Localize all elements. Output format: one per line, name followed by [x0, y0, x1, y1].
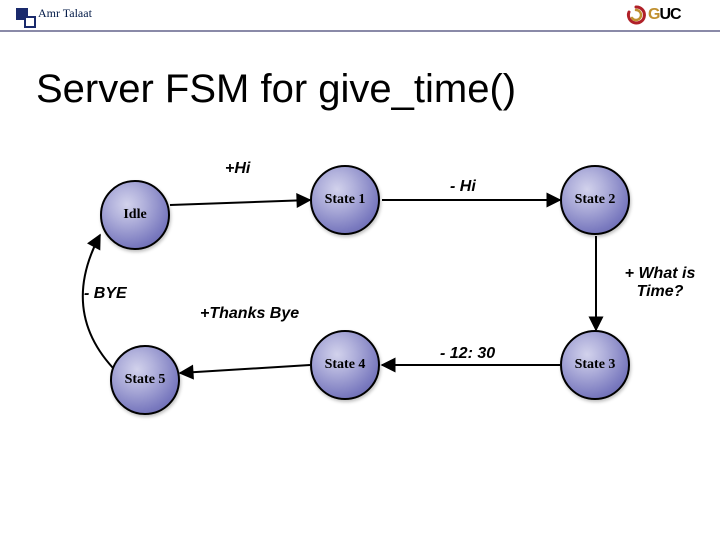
- slide: Amr Talaat GUC Server FSM for give_time(…: [0, 0, 720, 540]
- state-5: State 5: [110, 345, 180, 415]
- logo-swirl-icon: [626, 5, 646, 25]
- state-idle: Idle: [100, 180, 170, 250]
- state-2: State 2: [560, 165, 630, 235]
- edge-s5-idle: - BYE: [84, 285, 127, 303]
- author-label: Amr Talaat: [38, 6, 92, 21]
- edge-s3-s4: - 12: 30: [440, 345, 495, 363]
- edge-idle-s1: +Hi: [225, 160, 250, 178]
- edge-s2-s3: + What is Time?: [605, 265, 715, 302]
- edge-s1-s2: - Hi: [450, 178, 476, 196]
- state-4: State 4: [310, 330, 380, 400]
- bullet-icon: [24, 16, 36, 28]
- logo-text: GUC: [648, 6, 681, 24]
- state-3: State 3: [560, 330, 630, 400]
- slide-header: Amr Talaat GUC: [0, 0, 720, 32]
- fsm-diagram: Idle State 1 State 2 State 3 State 4 Sta…: [0, 120, 720, 500]
- edge-s4-s5: +Thanks Bye: [200, 305, 299, 323]
- state-1: State 1: [310, 165, 380, 235]
- slide-title: Server FSM for give_time(): [36, 67, 516, 112]
- guc-logo: GUC: [626, 4, 706, 26]
